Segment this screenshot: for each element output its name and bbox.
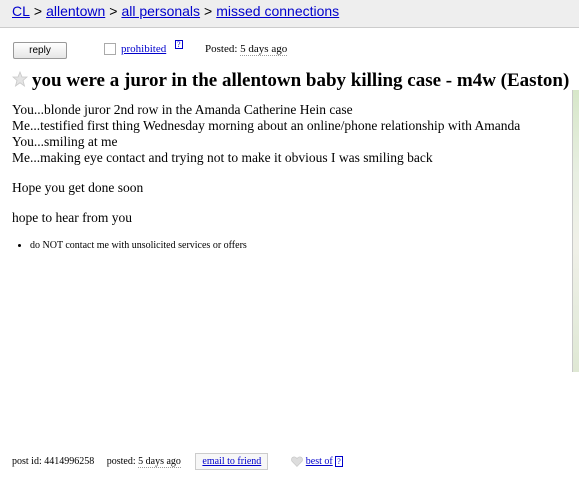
breadcrumb-separator: > <box>33 3 43 19</box>
posted-value: 5 days ago <box>240 43 288 56</box>
flag-checkbox[interactable] <box>104 43 116 55</box>
post-id: post id: 4414996258 <box>12 456 95 467</box>
body-line: You...blonde juror 2nd row in the Amanda… <box>12 102 353 117</box>
posted-label: Posted: <box>205 43 238 55</box>
notice-item: do NOT contact me with unsolicited servi… <box>30 238 572 254</box>
body-line: You...smiling at me <box>12 134 118 149</box>
breadcrumb-cl[interactable]: CL <box>12 3 30 19</box>
breadcrumb-allentown[interactable]: allentown <box>46 3 105 19</box>
email-to-friend-button[interactable]: email to friend <box>195 453 269 470</box>
heart-icon[interactable] <box>290 456 303 467</box>
body-line: Me...testified first thing Wednesday mor… <box>12 118 521 133</box>
star-icon[interactable] <box>11 70 29 87</box>
best-of-help-link[interactable]: ? <box>335 456 343 467</box>
reply-button[interactable]: reply <box>13 42 67 59</box>
post-title: you were a juror in the allentown baby k… <box>32 70 570 91</box>
body-paragraph: Hope you get done soon <box>12 180 144 195</box>
footer-posted-label: posted: <box>106 456 136 467</box>
footer-posted-value: 5 days ago <box>138 456 181 468</box>
breadcrumb-all-personals[interactable]: all personals <box>121 3 200 19</box>
flag-prohibited-link[interactable]: prohibited <box>121 43 166 55</box>
posted-date: Posted: 5 days ago <box>205 43 288 56</box>
body-paragraph: hope to hear from you <box>12 210 132 225</box>
breadcrumb-missed-connections[interactable]: missed connections <box>216 3 339 19</box>
best-of-link[interactable]: best of <box>306 456 333 467</box>
body-line: Me...making eye contact and trying not t… <box>12 150 433 165</box>
post-title-row: you were a juror in the allentown baby k… <box>11 70 579 92</box>
post-body: You...blonde juror 2nd row in the Amanda… <box>12 102 572 254</box>
breadcrumb: CL > allentown > all personals > missed connec… <box>0 0 579 28</box>
breadcrumb-separator: > <box>109 3 118 19</box>
breadcrumb-separator: > <box>204 3 213 19</box>
map-thumbnail[interactable] <box>572 90 579 372</box>
post-footer: post id: 4414996258 posted: 5 days ago e… <box>12 453 572 470</box>
flag-help-link[interactable]: ? <box>175 40 183 49</box>
notices-list: do NOT contact me with unsolicited servi… <box>12 238 572 254</box>
